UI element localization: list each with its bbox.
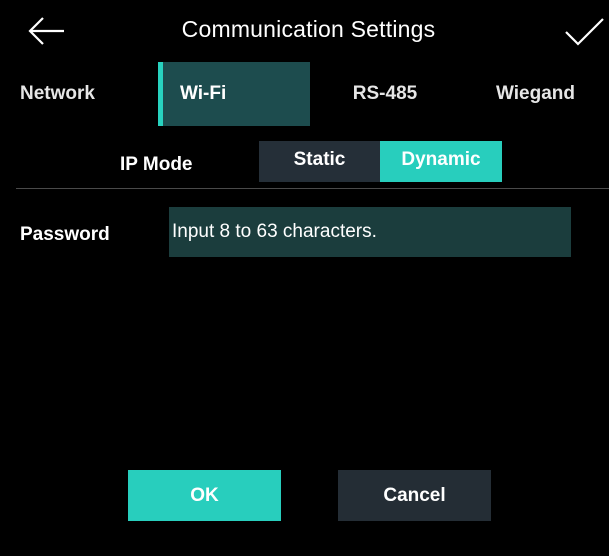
tab-network[interactable]: Network — [8, 62, 158, 126]
tab-wifi[interactable]: Wi-Fi — [158, 62, 310, 126]
cancel-button[interactable]: Cancel — [338, 470, 491, 521]
communication-settings-screen: Communication Settings Network Wi-Fi RS-… — [8, 0, 609, 556]
header-bar: Communication Settings — [8, 0, 609, 62]
tab-wiegand[interactable]: Wiegand — [460, 62, 609, 126]
ok-button[interactable]: OK — [128, 470, 281, 521]
page-title: Communication Settings — [181, 16, 436, 42]
checkmark-icon — [565, 18, 604, 46]
settings-tabs: Network Wi-Fi RS-485 Wiegand — [8, 62, 609, 126]
ip-mode-toggle: Static Dynamic — [259, 141, 502, 182]
password-input[interactable] — [169, 207, 571, 257]
tab-wifi-label: Wi-Fi — [180, 83, 227, 104]
confirm-button[interactable] — [563, 16, 607, 50]
tab-rs485[interactable]: RS-485 — [310, 62, 460, 126]
ip-mode-label: IP Mode — [120, 154, 193, 175]
section-divider — [16, 188, 609, 189]
password-label: Password — [20, 224, 110, 245]
active-tab-indicator — [158, 62, 163, 126]
ip-mode-static-button[interactable]: Static — [259, 141, 380, 182]
ip-mode-dynamic-button[interactable]: Dynamic — [380, 141, 502, 182]
